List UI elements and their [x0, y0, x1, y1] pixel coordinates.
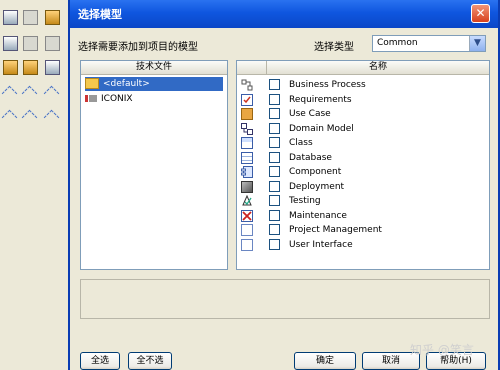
- arrow-tool-icon[interactable]: [43, 109, 60, 126]
- select-model-dialog: 选择模型 ✕ 选择需要添加到项目的模型 选择类型 Common ▼ 技术文件 <…: [68, 0, 500, 370]
- arrow-tool-icon[interactable]: [1, 109, 18, 126]
- domain-model-icon: [241, 122, 253, 135]
- model-checkbox[interactable]: [269, 137, 280, 148]
- background-toolbar: [0, 0, 68, 370]
- user-interface-icon: [241, 238, 253, 251]
- model-label: Testing: [289, 196, 321, 206]
- name-column-header[interactable]: 名称: [267, 61, 489, 75]
- instruction-label: 选择需要添加到项目的模型: [78, 42, 198, 53]
- toolbar-icon[interactable]: [45, 60, 60, 75]
- model-label: Domain Model: [289, 123, 354, 134]
- toolbar-icon[interactable]: [23, 36, 38, 51]
- model-checkbox[interactable]: [269, 108, 280, 119]
- chevron-down-icon[interactable]: ▼: [469, 36, 485, 51]
- model-checkbox[interactable]: [269, 209, 280, 221]
- dialog-title: 选择模型: [78, 8, 122, 21]
- select-type-value: Common: [377, 38, 418, 48]
- business-process-icon: [241, 79, 253, 91]
- tech-files-header[interactable]: 技术文件: [81, 61, 227, 75]
- package-icon: [85, 95, 97, 102]
- ok-button[interactable]: 确定: [294, 352, 356, 370]
- description-area: [80, 279, 490, 319]
- tech-item-default[interactable]: <default>: [85, 77, 223, 91]
- toolbar-icon[interactable]: [3, 10, 18, 25]
- model-label: Maintenance: [289, 210, 347, 221]
- tech-item-iconix[interactable]: ICONIX: [85, 92, 133, 106]
- arrow-tool-icon[interactable]: [21, 109, 38, 126]
- model-label: User Interface: [289, 239, 353, 250]
- arrow-tool-icon[interactable]: [43, 85, 60, 102]
- use-case-icon: [241, 108, 253, 120]
- database-icon: [241, 151, 253, 164]
- model-checkbox[interactable]: [269, 79, 280, 90]
- tech-files-list[interactable]: 技术文件 <default> ICONIX: [80, 60, 228, 270]
- toolbar-icon[interactable]: [23, 10, 38, 25]
- model-checkbox[interactable]: [269, 180, 280, 192]
- model-label: Requirements: [289, 94, 352, 105]
- model-label: Database: [289, 152, 332, 163]
- model-checkbox[interactable]: [269, 224, 280, 235]
- project-management-icon: [241, 224, 253, 236]
- model-checkbox[interactable]: [269, 151, 280, 163]
- select-all-button[interactable]: 全选: [80, 352, 120, 370]
- select-type-dropdown[interactable]: Common ▼: [372, 35, 486, 52]
- model-checkbox[interactable]: [269, 166, 280, 177]
- model-label: Use Case: [289, 109, 331, 119]
- maintenance-icon: [241, 209, 253, 222]
- model-label: Deployment: [289, 181, 345, 192]
- select-type-label: 选择类型: [314, 42, 354, 53]
- toolbar-icon[interactable]: [45, 36, 60, 51]
- class-icon: [241, 137, 253, 149]
- toolbar-icon[interactable]: [3, 60, 18, 75]
- folder-icon: [85, 78, 99, 89]
- model-checkbox[interactable]: [269, 122, 280, 134]
- toolbar-icon[interactable]: [45, 10, 60, 25]
- component-icon: [241, 166, 253, 178]
- model-label: Business Process: [289, 80, 366, 90]
- model-checkbox[interactable]: [269, 93, 280, 105]
- tech-item-label: <default>: [103, 79, 150, 89]
- model-label: Component: [289, 167, 342, 177]
- arrow-tool-icon[interactable]: [21, 85, 38, 102]
- arrow-tool-icon[interactable]: [1, 85, 18, 102]
- close-button[interactable]: ✕: [471, 4, 490, 23]
- title-bar[interactable]: 选择模型 ✕: [70, 0, 498, 28]
- select-none-button[interactable]: 全不选: [128, 352, 172, 370]
- column-header-icon[interactable]: [237, 61, 267, 75]
- tech-item-label: ICONIX: [101, 94, 133, 104]
- toolbar-icon[interactable]: [23, 60, 38, 75]
- watermark: 知乎 @笑言: [410, 343, 474, 357]
- model-list[interactable]: 名称 Business Process Requirements Use Cas…: [236, 60, 490, 270]
- model-label: Project Management: [289, 225, 382, 235]
- requirements-icon: [241, 93, 253, 106]
- toolbar-icon[interactable]: [3, 36, 18, 51]
- model-checkbox[interactable]: [269, 195, 280, 206]
- model-checkbox[interactable]: [269, 238, 280, 250]
- testing-icon: [241, 194, 253, 207]
- model-label: Class: [289, 138, 313, 148]
- deployment-icon: [241, 180, 253, 193]
